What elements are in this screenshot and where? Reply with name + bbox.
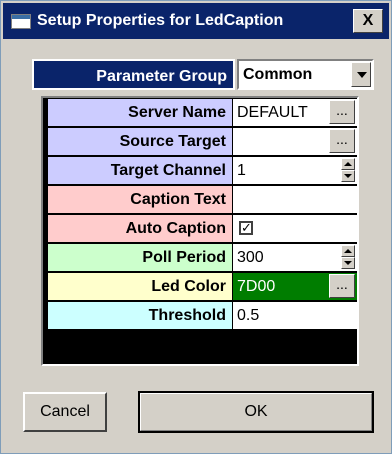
poll-period-spinner[interactable]	[341, 245, 355, 269]
parameter-group-label: Parameter Group	[32, 59, 235, 90]
property-row-auto-caption: Auto Caption ✓	[43, 214, 357, 242]
cancel-button[interactable]: Cancel	[23, 392, 107, 432]
title-bar[interactable]: Setup Properties for LedCaption X	[3, 3, 389, 39]
auto-caption-checkbox[interactable]: ✓	[239, 221, 253, 235]
poll-period-field[interactable]: 300	[233, 244, 357, 271]
parameter-group-value: Common	[243, 66, 313, 83]
threshold-field[interactable]: 0.5	[233, 302, 357, 329]
led-color-field[interactable]: 7D00 ...	[233, 273, 357, 300]
property-value: 7D00	[237, 278, 276, 295]
spin-up-icon[interactable]	[341, 245, 355, 257]
property-row-target-channel: Target Channel 1	[43, 156, 357, 184]
property-row-source-target: Source Target ...	[43, 127, 357, 155]
property-grid: Server Name DEFAULT ... Source Target ..…	[41, 96, 359, 366]
property-row-poll-period: Poll Period 300	[43, 243, 357, 271]
property-label: Caption Text	[48, 186, 232, 213]
chevron-down-icon[interactable]	[351, 62, 371, 87]
target-channel-spinner[interactable]	[341, 158, 355, 182]
property-label: Poll Period	[48, 244, 232, 271]
ok-button-label: OK	[244, 403, 268, 420]
property-row-caption-text: Caption Text	[43, 185, 357, 213]
window-icon	[11, 14, 31, 29]
property-label: Server Name	[48, 99, 232, 126]
property-row-led-color: Led Color 7D00 ...	[43, 272, 357, 300]
spin-up-icon[interactable]	[341, 158, 355, 170]
browse-button[interactable]: ...	[329, 129, 355, 153]
color-picker-button[interactable]: ...	[329, 274, 355, 298]
property-value: 1	[237, 162, 246, 179]
close-button[interactable]: X	[353, 9, 383, 33]
server-name-field[interactable]: DEFAULT ...	[233, 99, 357, 126]
property-label: Source Target	[48, 128, 232, 155]
spin-down-icon[interactable]	[341, 257, 355, 269]
source-target-field[interactable]: ...	[233, 128, 357, 155]
caption-text-field[interactable]	[233, 186, 357, 213]
property-value: 300	[237, 249, 264, 266]
parameter-group-select[interactable]: Common	[237, 59, 374, 90]
property-label: Led Color	[48, 273, 232, 300]
window-title: Setup Properties for LedCaption	[37, 12, 284, 29]
property-row-threshold: Threshold 0.5	[43, 301, 357, 329]
property-label: Threshold	[48, 302, 232, 329]
spin-down-icon[interactable]	[341, 170, 355, 182]
browse-button[interactable]: ...	[329, 100, 355, 124]
property-label: Target Channel	[48, 157, 232, 184]
ok-button[interactable]: OK	[138, 391, 374, 433]
auto-caption-cell: ✓	[233, 215, 357, 242]
setup-properties-dialog: Setup Properties for LedCaption X Parame…	[0, 0, 392, 454]
property-label: Auto Caption	[48, 215, 232, 242]
property-row-server-name: Server Name DEFAULT ...	[43, 98, 357, 126]
target-channel-field[interactable]: 1	[233, 157, 357, 184]
property-value: DEFAULT	[237, 104, 308, 121]
